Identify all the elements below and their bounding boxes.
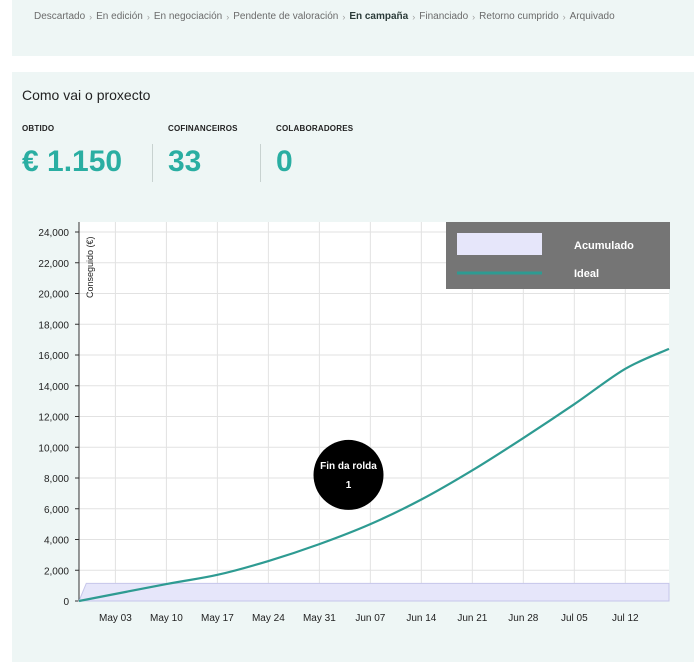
y-tick-label: 10,000 [38,443,69,454]
legend-label-acumulado: Acumulado [574,240,634,252]
x-tick-label: Jul 12 [612,613,639,624]
x-tick-label: May 03 [99,613,132,624]
y-tick-label: 0 [63,597,69,608]
round-end-number: 1 [346,480,352,491]
y-tick-label: 12,000 [38,413,69,424]
round-end-label: Fin da rolda [320,461,377,472]
y-tick-label: 22,000 [38,259,69,270]
chart-legend: Acumulado Ideal [446,222,670,289]
y-tick-label: 14,000 [38,382,69,393]
x-tick-label: Jun 28 [508,613,538,624]
round-end-marker [313,439,384,510]
x-tick-label: Jul 05 [561,613,588,624]
x-tick-label: May 31 [303,613,336,624]
legend-swatch-acumulado [457,233,542,255]
y-tick-label: 18,000 [38,320,69,331]
y-tick-label: 4,000 [44,536,69,547]
x-tick-label: May 17 [201,613,234,624]
y-tick-label: 2,000 [44,566,69,577]
funding-chart: 0 2,000 4,000 6,000 8,000 10,000 12,000 14,000 1… [38,222,670,624]
y-tick-label: 16,000 [38,351,69,362]
legend-box [446,222,670,289]
series-acumulado-area [78,582,670,602]
y-tick-label: 20,000 [38,290,69,301]
y-tick-label: 24,000 [38,228,69,239]
x-tick-label: Jun 21 [457,613,487,624]
x-tick-label: Jun 14 [406,613,436,624]
x-tick-label: May 10 [150,613,183,624]
y-axis-title: Conseguido (€) [85,236,95,298]
y-tick-label: 6,000 [44,505,69,516]
x-tick-label: May 24 [252,613,285,624]
legend-label-ideal: Ideal [574,268,599,280]
x-tick-label: Jun 07 [355,613,385,624]
y-tick-label: 8,000 [44,474,69,485]
